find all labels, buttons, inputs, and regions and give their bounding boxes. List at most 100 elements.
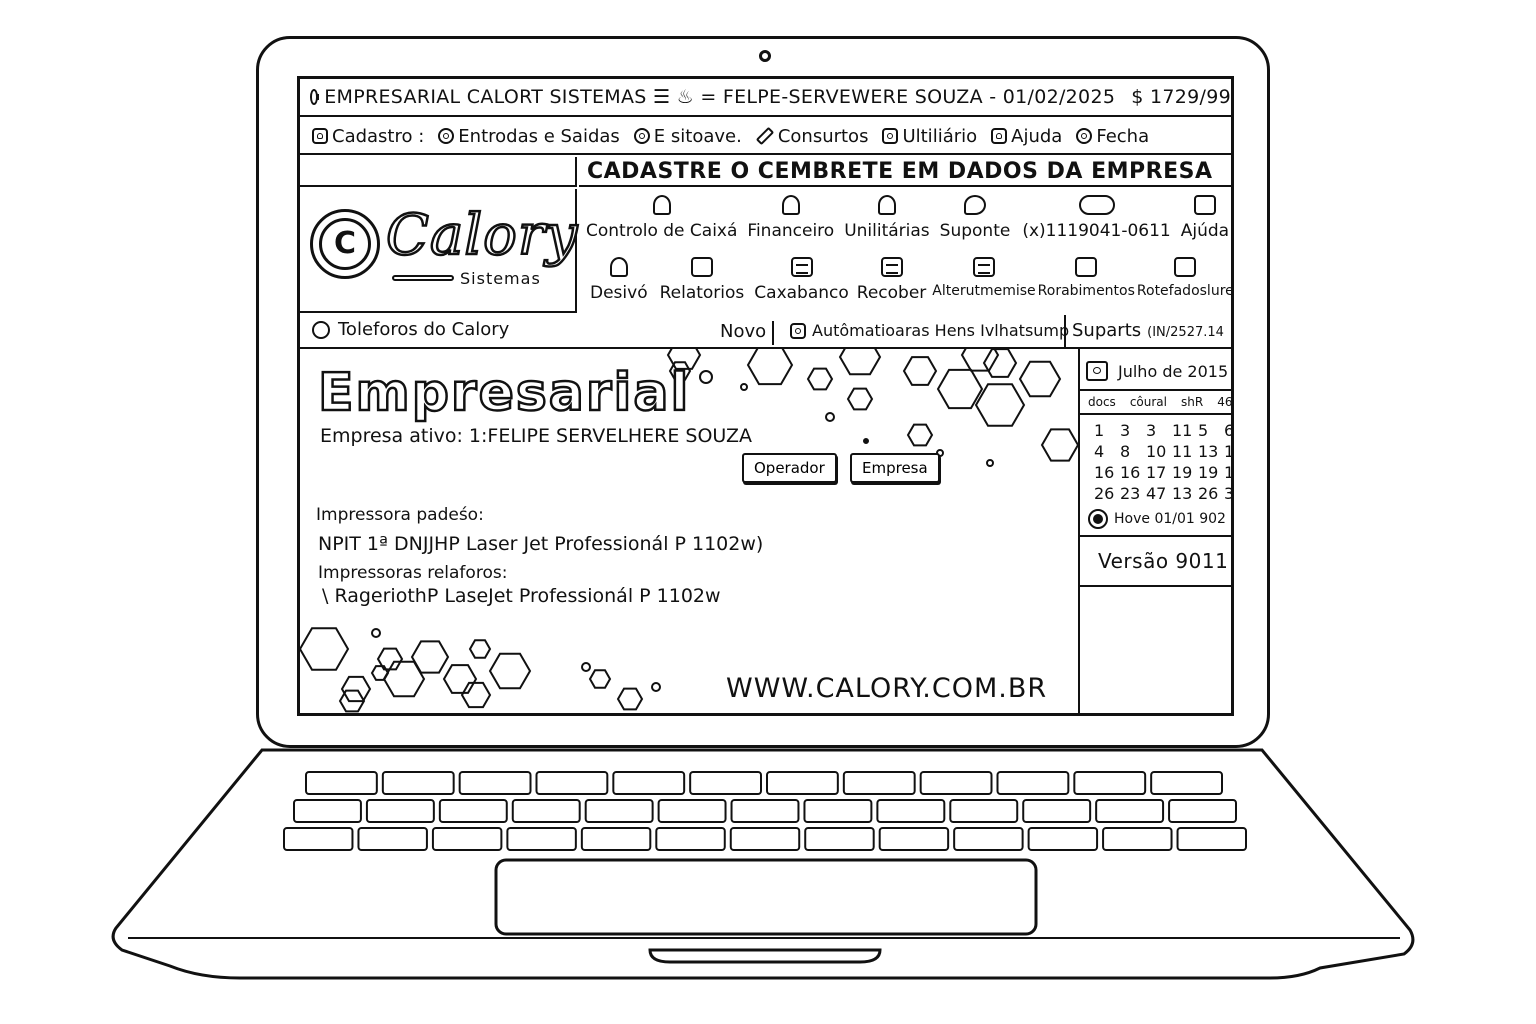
app-icon [310,89,320,105]
calendar-day[interactable]: 16 [1120,463,1146,482]
dot-shape [651,682,661,692]
title-amount: $ 1729/99 [1131,86,1231,108]
menu-estoque[interactable]: E sitoave. [633,126,742,147]
calendar-day[interactable]: 4 [1094,442,1120,461]
calendar-day[interactable]: 5 [1198,421,1224,440]
calendar-day[interactable]: 13 [1198,442,1224,461]
inout-icon [438,128,455,144]
tool-label: Caxabanco [754,283,849,303]
tool-suporte[interactable]: Suponte [939,195,1011,241]
calendar-day[interactable]: 13 [1172,484,1198,503]
keyboard-key [438,799,508,823]
suporte-box[interactable]: Suparts (IN/2527.14 [1064,315,1224,349]
tool-utilitarias[interactable]: Unilitárias [844,195,930,241]
tool-label: Relatorios [659,283,745,303]
tool-rotefados[interactable]: Rotefadoslure [1137,257,1231,303]
automacoes-link[interactable]: Autômatioaras Hens Ivlhatsump [790,321,1069,340]
person-icon [609,257,628,277]
keyboard-key [305,771,378,795]
tool-desivo[interactable]: Desivó [590,257,648,303]
calendar-day[interactable]: 17 [1146,463,1172,482]
utility-icon [882,128,899,144]
menu-fechar[interactable]: Fecha [1076,126,1149,147]
tool-controle-caixa[interactable]: Controlo de Caixá [586,195,737,241]
dot-shape [740,383,748,391]
calendar-day[interactable]: 16 [1094,463,1120,482]
hexagon-shape [460,681,492,709]
calendar-day[interactable]: 10 [1146,442,1172,461]
menu-cadastro[interactable]: Cadastro : [312,126,424,147]
weekday: côural [1129,395,1167,409]
keyboard-key [584,799,654,823]
hexagon-shape [340,675,372,703]
calendar-day[interactable]: 11 [1172,442,1198,461]
calendar-day[interactable]: 11 [1172,421,1198,440]
calendar-grid: 1 3 3 11 5 6 4 8 10 11 13 1 16 16 17 19 19 1 26 23 47 13 26 3 [1094,421,1231,503]
calendar-header: Julho de 2015 [1086,361,1228,381]
left-header-blank [300,157,577,187]
calendar-day[interactable]: 1 [1094,421,1120,440]
website-url[interactable]: WWW.CALORY.COM.BR [726,673,1047,704]
tool-financeiro[interactable]: Financeiro [747,195,834,241]
keyboard-key [535,771,609,795]
pen-icon [755,126,775,146]
keyboard-key [949,799,1019,823]
logo-word: Calory [385,202,579,270]
hexagon-shape [1018,360,1062,398]
calendar-day[interactable]: 26 [1094,484,1120,503]
keyboard-key [689,771,763,795]
menu-consultas[interactable]: Consurtos [755,126,868,147]
keyboard-key [1022,799,1092,823]
calendar-day[interactable]: 19 [1172,463,1198,482]
calendar-day[interactable]: 6 [1224,421,1231,440]
person-icon [877,195,896,215]
calendar-day[interactable]: 3 [1146,421,1172,440]
calendar-day[interactable]: 1 [1224,463,1231,482]
calendar-day[interactable]: 23 [1120,484,1146,503]
tool-relatorios[interactable]: Relatorios [659,257,745,303]
menu-utilitarios[interactable]: Ultiliário [882,126,977,147]
tool-ajuda[interactable]: Ajúda [1181,195,1229,241]
tool-label: Recober [856,283,927,303]
dot-shape [699,370,713,384]
keyboard-key [729,827,801,851]
tool-alteracoes[interactable]: Alterutmemise [932,257,1036,303]
active-company: Empresa ativo: 1:FELIPE SERVELHERE SOUZA [320,425,752,447]
keyboard-key [1168,799,1237,823]
dot-shape [986,459,994,467]
hexagon-shape [370,665,390,681]
hexagon-shape [588,669,612,689]
menu-label: Ultiliário [902,125,978,147]
operador-button[interactable]: Operador [742,453,837,483]
keyboard-key [996,771,1070,795]
calendar-day[interactable]: 3 [1224,484,1231,503]
calendar-day[interactable]: 8 [1120,442,1146,461]
novo-button[interactable]: Novo [720,321,775,345]
menu-ajuda[interactable]: Ajuda [991,126,1062,147]
tool-receber[interactable]: Recober [856,257,927,303]
calendar-day[interactable]: 19 [1198,463,1224,482]
keyboard-key [612,771,686,795]
menu-label: Entrodas e Saidas [458,125,620,147]
tool-label: Suponte [939,221,1011,241]
tool-telefone[interactable]: (x)1119041-0611 [1022,195,1171,241]
today-icon [1088,509,1108,529]
empresa-button[interactable]: Empresa [850,453,940,483]
tool-recebimentos[interactable]: Rorabimentos [1038,257,1135,303]
calendar-day[interactable]: 47 [1146,484,1172,503]
logo-mark-letter: C [333,226,357,261]
radio-icon [312,320,330,339]
tool-caixabanco[interactable]: Caxabanco [754,257,849,303]
calendar-day[interactable]: 1 [1224,442,1231,461]
calendar-sidebar: Julho de 2015 docs côural shR 46l 1 3 3 11 5… [1078,349,1231,713]
menu-entradas-saidas[interactable]: Entrodas e Saidas [438,126,620,147]
weekday: shR [1180,395,1204,409]
telefones-link[interactable]: Toleforos do Calory [312,319,509,340]
calendar-day[interactable]: 3 [1120,421,1146,440]
hexagon-shape [410,640,450,674]
help-icon [1193,195,1216,215]
calendar-day[interactable]: 26 [1198,484,1224,503]
today-link[interactable]: Hove 01/01 902 [1088,509,1226,529]
keyboard-key [381,771,455,795]
hexagon-shape [746,349,794,386]
